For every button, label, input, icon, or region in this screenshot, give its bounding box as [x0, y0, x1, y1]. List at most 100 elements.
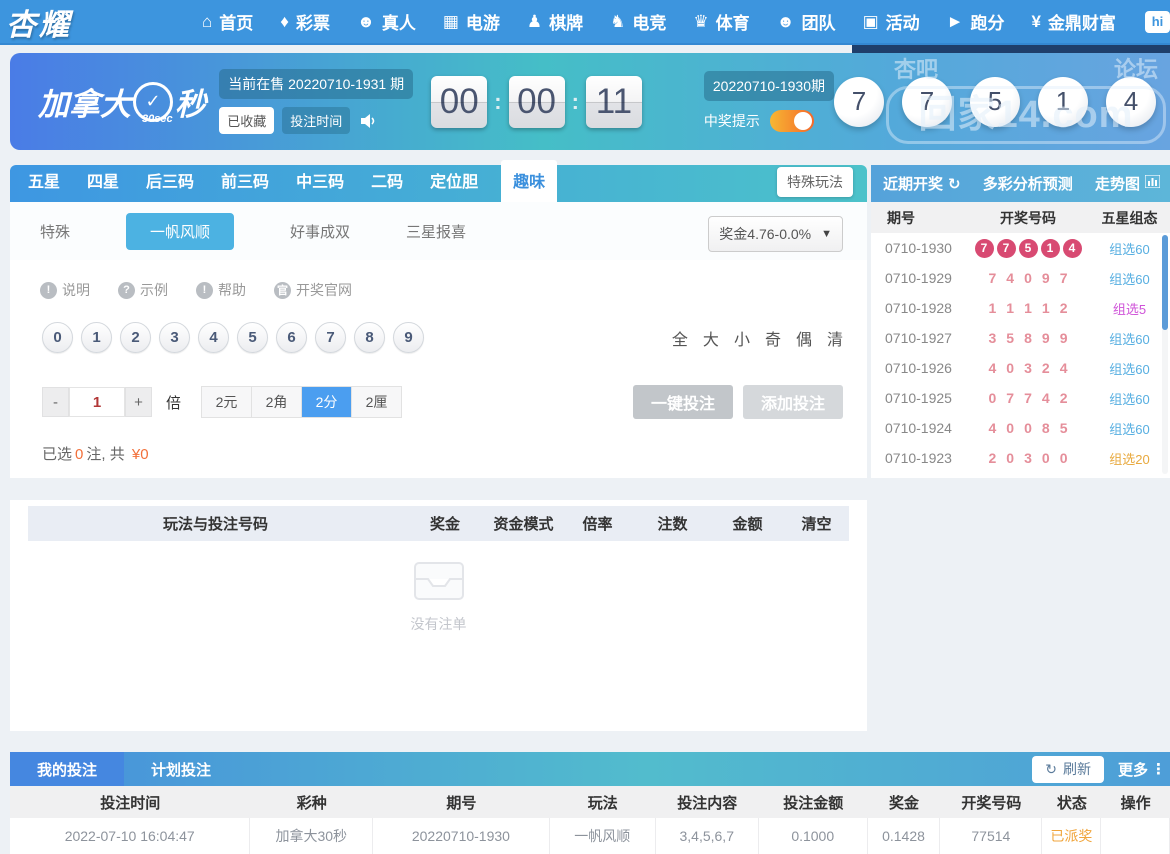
number-ball-3[interactable]: 3: [159, 322, 190, 353]
tab-定位胆[interactable]: 定位胆: [426, 160, 482, 202]
number-ball-6[interactable]: 6: [276, 322, 307, 353]
multiplier-minus-button[interactable]: -: [42, 387, 69, 417]
special-play-button[interactable]: 特殊玩法: [777, 167, 853, 197]
quick-pick-全[interactable]: 全: [672, 326, 688, 350]
unit-2元[interactable]: 2元: [202, 387, 252, 417]
draw-digit: 2: [1060, 300, 1068, 316]
info-link-帮助[interactable]: !帮助: [196, 280, 246, 300]
unit-2分[interactable]: 2分: [302, 387, 352, 417]
more-dots-icon: ⋮: [1151, 760, 1166, 778]
number-ball-7[interactable]: 7: [315, 322, 346, 353]
nav-item-真人[interactable]: ☻真人: [357, 9, 416, 34]
unit-2厘[interactable]: 2厘: [352, 387, 402, 417]
combo-link[interactable]: 组选60: [1089, 239, 1170, 258]
sidebar-scrollbar[interactable]: [1162, 235, 1168, 474]
quick-pick-小[interactable]: 小: [734, 326, 750, 350]
nav-item-彩票[interactable]: ♦彩票: [280, 9, 330, 34]
quick-pick-偶[interactable]: 偶: [796, 326, 812, 350]
bet-time-button[interactable]: 投注时间: [282, 107, 350, 134]
subtab-好事成双[interactable]: 好事成双: [290, 221, 350, 242]
combo-link[interactable]: 组选20: [1089, 449, 1170, 468]
hi-badge-icon[interactable]: hi: [1145, 11, 1170, 33]
tab-前三码[interactable]: 前三码: [217, 160, 273, 202]
win-tip-toggle[interactable]: [770, 110, 814, 132]
number-ball-1[interactable]: 1: [81, 322, 112, 353]
draw-period: 0710-1923: [871, 450, 967, 466]
tab-二码[interactable]: 二码: [367, 160, 407, 202]
nav-item-首页[interactable]: ⌂首页: [202, 9, 253, 34]
subtab-三星报喜[interactable]: 三星报喜: [406, 221, 466, 242]
nav-item-活动[interactable]: ▣活动: [863, 9, 920, 34]
info-links: !说明 ?示例 !帮助 官开奖官网: [10, 260, 867, 300]
number-ball-0[interactable]: 0: [42, 322, 73, 353]
bottom-tab-计划投注[interactable]: 计划投注: [124, 752, 238, 786]
combo-link[interactable]: 组选5: [1089, 299, 1170, 318]
chess-icon: ♟: [527, 12, 542, 32]
speaker-icon[interactable]: [360, 113, 378, 129]
analysis-tab[interactable]: 多彩分析预测: [983, 173, 1073, 194]
tab-五星[interactable]: 五星: [24, 160, 64, 202]
add-bet-button[interactable]: 添加投注: [743, 385, 843, 419]
number-ball-8[interactable]: 8: [354, 322, 385, 353]
sub-play-tabs: 特殊 一帆风顺 好事成双 三星报喜 奖金4.76-0.0% ▼: [10, 202, 867, 260]
draw-period: 0710-1930: [871, 240, 967, 256]
site-logo[interactable]: 杏耀: [6, 0, 176, 44]
subtab-特殊[interactable]: 特殊: [40, 221, 70, 242]
subtab-一帆风顺[interactable]: 一帆风顺: [126, 213, 234, 250]
tab-趣味[interactable]: 趣味: [501, 160, 557, 202]
nav-item-电游[interactable]: ▦电游: [443, 9, 500, 34]
tab-四星[interactable]: 四星: [83, 160, 123, 202]
refresh-icon[interactable]: ↻: [948, 175, 961, 193]
info-link-说明[interactable]: !说明: [40, 280, 90, 300]
nav-item-棋牌[interactable]: ♟棋牌: [527, 9, 583, 34]
draw-digit: 7: [989, 270, 997, 286]
draw-digit: 1: [1042, 300, 1050, 316]
combo-link[interactable]: 组选60: [1089, 359, 1170, 378]
nav-item-label: 首页: [219, 9, 253, 34]
empty-tray-icon: [411, 557, 467, 603]
draw-digit: 7: [1060, 270, 1068, 286]
number-ball-2[interactable]: 2: [120, 322, 151, 353]
quick-pick-奇[interactable]: 奇: [765, 326, 781, 350]
nav-item-label: 电竞: [632, 9, 666, 34]
number-ball-9[interactable]: 9: [393, 322, 424, 353]
nav-item-label: 活动: [886, 9, 920, 34]
nav-item-金鼎财富[interactable]: ¥金鼎财富: [1031, 9, 1115, 34]
quick-bet-button[interactable]: 一键投注: [633, 385, 733, 419]
multiplier-plus-button[interactable]: +: [125, 387, 152, 417]
info-link-示例[interactable]: ?示例: [118, 280, 168, 300]
combo-link[interactable]: 组选60: [1089, 419, 1170, 438]
tab-后三码[interactable]: 后三码: [142, 160, 198, 202]
info-link-开奖官网[interactable]: 官开奖官网: [274, 280, 352, 300]
bottom-tab-我的投注[interactable]: 我的投注: [10, 752, 124, 786]
nav-item-跑分[interactable]: ►跑分: [947, 9, 1005, 34]
multiplier-value[interactable]: 1: [69, 387, 125, 417]
quick-pick-清[interactable]: 清: [827, 326, 843, 350]
prize-rate-select[interactable]: 奖金4.76-0.0% ▼: [708, 216, 843, 252]
nav-item-电竞[interactable]: ♞电竞: [610, 9, 666, 34]
refresh-button[interactable]: ↻ 刷新: [1032, 756, 1104, 783]
draw-digit: 5: [1006, 330, 1014, 346]
nav-item-体育[interactable]: ♛体育: [693, 9, 749, 34]
combo-link[interactable]: 组选60: [1089, 269, 1170, 288]
combo-link[interactable]: 组选60: [1089, 389, 1170, 408]
scrollbar-thumb[interactable]: [1162, 235, 1168, 330]
draw-period: 0710-1925: [871, 390, 967, 406]
draw-digit: 2: [989, 450, 997, 466]
combo-link[interactable]: 组选60: [1089, 329, 1170, 348]
trend-chart-tab[interactable]: 走势图: [1095, 173, 1160, 194]
recent-draws-tab[interactable]: 近期开奖 ↻: [883, 173, 961, 194]
info-link-label: 帮助: [218, 280, 246, 300]
betslip-col-清空[interactable]: 清空: [785, 513, 848, 534]
favorite-button[interactable]: 已收藏: [219, 107, 274, 134]
number-ball-5[interactable]: 5: [237, 322, 268, 353]
bets-col-投注金额: 投注金额: [759, 792, 868, 813]
quick-pick-大[interactable]: 大: [703, 326, 719, 350]
live-icon: ☻: [357, 12, 375, 32]
unit-2角[interactable]: 2角: [252, 387, 302, 417]
winning-ball: 7: [902, 77, 952, 127]
tab-中三码[interactable]: 中三码: [292, 160, 348, 202]
more-button[interactable]: 更多 ⋮: [1118, 759, 1166, 780]
nav-item-团队[interactable]: ☻团队: [777, 9, 836, 34]
number-ball-4[interactable]: 4: [198, 322, 229, 353]
